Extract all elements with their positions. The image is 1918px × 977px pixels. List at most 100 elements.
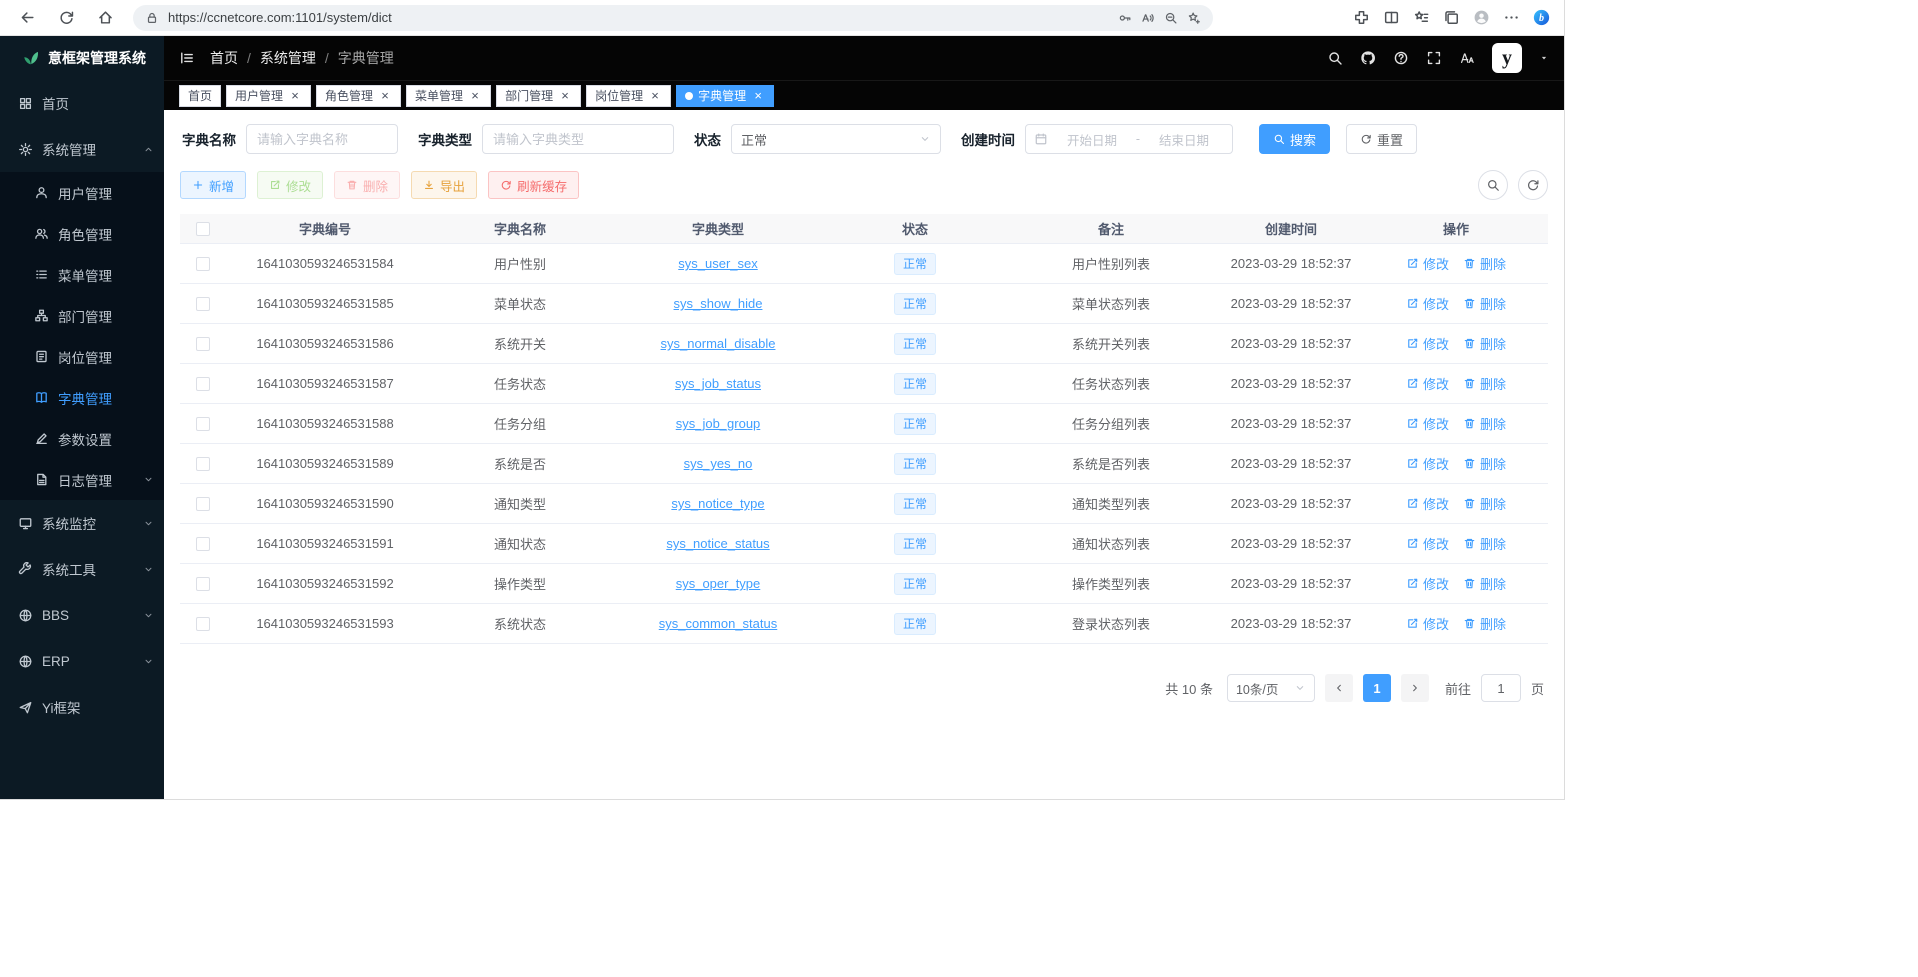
favorites-icon[interactable] [1413,9,1430,26]
github-icon[interactable] [1360,50,1376,66]
sidebar-item-post[interactable]: 岗位管理 [0,336,164,377]
sidebar-item-tool[interactable]: 系统工具 [0,546,164,592]
delete-row-button[interactable]: 删除 [1463,494,1506,513]
dict-type-input[interactable] [482,124,674,154]
dict-type-link[interactable]: sys_job_status [675,376,761,391]
close-icon[interactable]: × [468,89,482,103]
collections-icon[interactable] [1443,9,1460,26]
sidebar-item-monitor[interactable]: 系统监控 [0,500,164,546]
delete-row-button[interactable]: 删除 [1463,574,1506,593]
row-checkbox[interactable] [196,577,210,591]
fullscreen-icon[interactable] [1426,50,1442,66]
dict-type-link[interactable]: sys_yes_no [684,456,753,471]
dict-type-link[interactable]: sys_job_group [676,416,761,431]
refresh-cache-button[interactable]: 刷新缓存 [488,171,579,199]
row-checkbox[interactable] [196,337,210,351]
sidebar-item-home[interactable]: 首页 [0,80,164,126]
dict-type-link[interactable]: sys_oper_type [676,576,761,591]
select-all-checkbox[interactable] [196,222,210,236]
tab-user[interactable]: 用户管理 × [226,85,311,107]
delete-row-button[interactable]: 删除 [1463,534,1506,553]
row-checkbox[interactable] [196,257,210,271]
edit-row-button[interactable]: 修改 [1406,534,1449,553]
delete-button[interactable]: 删除 [334,171,400,199]
next-page-button[interactable] [1401,674,1429,702]
read-aloud-icon[interactable] [1141,11,1155,25]
row-checkbox[interactable] [196,457,210,471]
search-button[interactable]: 搜索 [1259,124,1330,154]
delete-row-button[interactable]: 删除 [1463,454,1506,473]
close-icon[interactable]: × [378,89,392,103]
row-checkbox[interactable] [196,497,210,511]
row-checkbox[interactable] [196,617,210,631]
close-icon[interactable]: × [648,89,662,103]
edit-row-button[interactable]: 修改 [1406,614,1449,633]
bing-sidebar-icon[interactable]: b [1533,9,1550,26]
sidebar-item-config[interactable]: 参数设置 [0,418,164,459]
delete-row-button[interactable]: 删除 [1463,294,1506,313]
status-select[interactable]: 正常 [731,124,941,154]
address-bar[interactable]: https://ccnetcore.com:1101/system/dict [133,5,1213,31]
edit-row-button[interactable]: 修改 [1406,374,1449,393]
user-avatar[interactable]: y [1492,43,1522,73]
current-page-button[interactable]: 1 [1363,674,1391,702]
sidebar-item-role[interactable]: 角色管理 [0,213,164,254]
edit-row-button[interactable]: 修改 [1406,294,1449,313]
tab-role[interactable]: 角色管理 × [316,85,401,107]
profile-avatar-icon[interactable] [1473,9,1490,26]
sidebar-item-yi[interactable]: Yi框架 [0,684,164,730]
font-size-icon[interactable] [1459,50,1475,66]
back-icon[interactable] [19,9,36,26]
row-checkbox[interactable] [196,297,210,311]
edit-row-button[interactable]: 修改 [1406,414,1449,433]
goto-page-input[interactable] [1481,674,1521,702]
zoom-out-icon[interactable] [1164,11,1178,25]
url-text[interactable]: https://ccnetcore.com:1101/system/dict [168,10,1109,25]
edit-button[interactable]: 修改 [257,171,323,199]
close-icon[interactable]: × [751,89,765,103]
dict-type-link[interactable]: sys_user_sex [678,256,757,271]
refresh-table-button[interactable] [1518,170,1548,200]
edit-row-button[interactable]: 修改 [1406,494,1449,513]
split-screen-icon[interactable] [1383,9,1400,26]
dict-type-link[interactable]: sys_show_hide [674,296,763,311]
row-checkbox[interactable] [196,377,210,391]
home-icon[interactable] [97,9,114,26]
tab-home[interactable]: 首页 [179,85,221,107]
docs-question-icon[interactable] [1393,50,1409,66]
extensions-icon[interactable] [1353,9,1370,26]
header-search-icon[interactable] [1327,50,1343,66]
edit-row-button[interactable]: 修改 [1406,254,1449,273]
tab-menu[interactable]: 菜单管理 × [406,85,491,107]
dict-type-link[interactable]: sys_notice_status [666,536,769,551]
tab-dict[interactable]: 字典管理 × [676,85,774,107]
delete-row-button[interactable]: 删除 [1463,334,1506,353]
dict-type-link[interactable]: sys_common_status [659,616,778,631]
delete-row-button[interactable]: 删除 [1463,254,1506,273]
edit-row-button[interactable]: 修改 [1406,334,1449,353]
close-icon[interactable]: × [288,89,302,103]
delete-row-button[interactable]: 删除 [1463,374,1506,393]
breadcrumb-item-home[interactable]: 首页 [210,48,238,68]
export-button[interactable]: 导出 [411,171,477,199]
page-size-select[interactable]: 10条/页 [1227,674,1315,702]
edit-row-button[interactable]: 修改 [1406,574,1449,593]
sidebar-item-dict[interactable]: 字典管理 [0,377,164,418]
collapse-sidebar-icon[interactable] [179,50,195,66]
row-checkbox[interactable] [196,537,210,551]
dict-type-link[interactable]: sys_normal_disable [661,336,776,351]
reset-button[interactable]: 重置 [1346,124,1417,154]
refresh-icon[interactable] [58,9,75,26]
sidebar-item-erp[interactable]: ERP [0,638,164,684]
add-favorite-icon[interactable] [1187,11,1201,25]
prev-page-button[interactable] [1325,674,1353,702]
edit-row-button[interactable]: 修改 [1406,454,1449,473]
toggle-search-button[interactable] [1478,170,1508,200]
breadcrumb-item-system[interactable]: 系统管理 [260,48,316,68]
chevron-down-icon[interactable] [1539,53,1549,63]
delete-row-button[interactable]: 删除 [1463,414,1506,433]
close-icon[interactable]: × [558,89,572,103]
dict-name-input[interactable] [246,124,398,154]
tab-post[interactable]: 岗位管理 × [586,85,671,107]
more-menu-icon[interactable] [1503,9,1520,26]
